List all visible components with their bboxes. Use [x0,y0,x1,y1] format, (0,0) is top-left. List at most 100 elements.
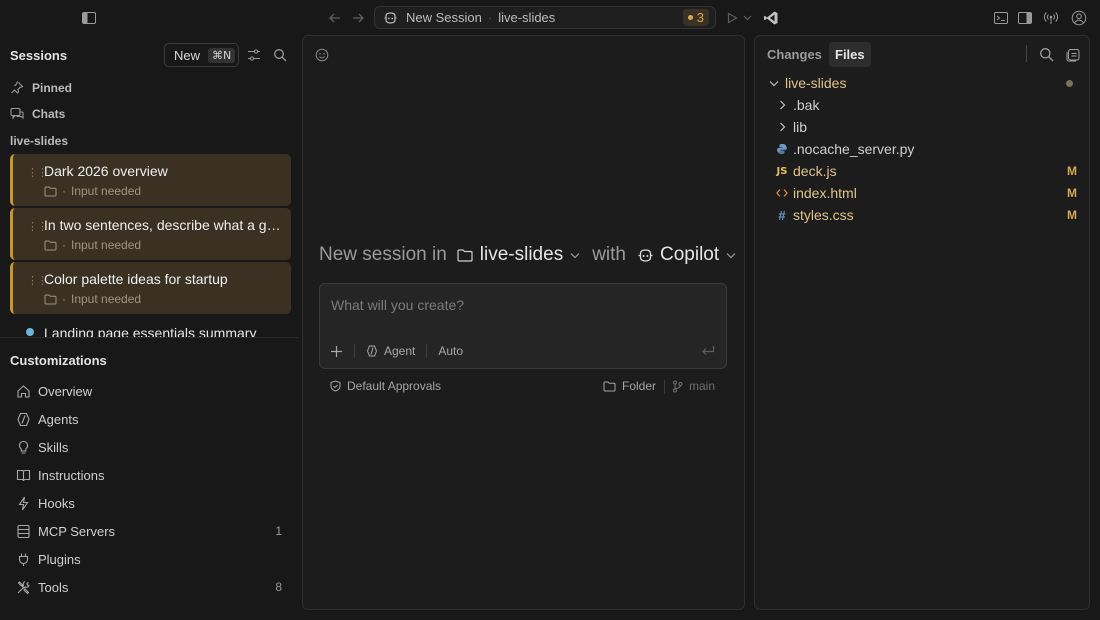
status-separator: · [62,238,66,252]
customization-mcp-servers[interactable]: MCP Servers 1 [16,520,282,542]
branch-name: main [689,379,716,393]
customization-tools[interactable]: Tools 8 [16,576,282,598]
tree-folder-lib[interactable]: lib [775,117,1077,137]
tree-file-css[interactable]: # styles.css M [775,205,1077,225]
nav-pinned[interactable]: Pinned [10,81,72,95]
add-icon[interactable] [330,345,343,358]
toolbar-divider [354,344,355,358]
toolbar-divider [426,344,428,358]
prompt-input-placeholder[interactable]: What will you create? [331,297,464,313]
status-badge[interactable]: 3 [682,9,709,26]
tab-files[interactable]: Files [829,42,871,67]
folder-button[interactable]: Folder [603,379,656,393]
tree-file-python[interactable]: .nocache_server.py [775,139,1077,159]
model-picker[interactable]: Copilot [637,244,736,266]
customization-hooks[interactable]: Hooks [16,492,282,514]
toggle-panel-icon[interactable] [1016,9,1034,27]
tree-root-folder[interactable]: live-slides [767,73,1077,93]
modified-status: M [1067,186,1077,200]
broadcast-icon[interactable] [1042,9,1060,27]
session-title: Color palette ideas for startup [44,271,228,287]
tab-label: Changes [767,47,822,62]
sidebar-divider [0,337,298,338]
auto-picker[interactable]: Auto [438,344,463,358]
with-text: with [592,244,626,265]
terminal-icon[interactable] [992,9,1010,27]
folder-icon [44,240,57,251]
agent-icon [366,345,378,357]
toggle-sidebar-icon[interactable] [80,9,98,27]
back-arrow-icon[interactable] [326,9,344,27]
tab-changes[interactable]: Changes [761,42,828,67]
folder-picker[interactable]: live-slides [457,244,580,266]
session-card[interactable]: ⋮⋮ Color palette ideas for startup · Inp… [10,262,291,314]
prompt-toolbar: Agent Auto [330,342,463,360]
title-bar: New Session · live-slides 3 [0,0,1100,36]
account-icon[interactable] [1070,9,1088,27]
modified-dot-icon [1066,80,1073,87]
session-title: In two sentences, describe what a go... [44,217,284,233]
folder-icon [603,381,616,392]
session-title: Landing page essentials summary [44,325,257,337]
session-card[interactable]: ⋮⋮ In two sentences, describe what a go.… [10,208,291,260]
customization-plugins[interactable]: Plugins [16,548,282,570]
collapse-panel-icon[interactable] [1064,45,1082,63]
customization-agents[interactable]: Agents [16,408,282,430]
copilot-icon [637,248,654,263]
lightning-icon [16,496,38,511]
customization-label: Agents [38,411,79,427]
tree-item-name: deck.js [793,163,837,179]
tab-divider [1026,45,1027,62]
nav-chats[interactable]: Chats [10,107,65,121]
session-status: · Input needed [44,238,141,252]
customization-label: Hooks [38,495,75,511]
branch-picker[interactable]: main [672,379,715,393]
files-panel: Changes Files live-slides .bak lib .noca… [754,35,1090,610]
chevron-right-icon [775,100,789,110]
tree-file-html[interactable]: index.html M [775,183,1077,203]
new-session-button[interactable]: New ⌘N [164,43,239,67]
tree-item-name: index.html [793,185,857,201]
tab-label: Files [835,47,865,62]
forward-arrow-icon[interactable] [349,9,367,27]
mode-picker[interactable]: Agent [366,344,415,358]
customization-label: Overview [38,383,93,399]
modified-status: M [1067,208,1077,222]
run-icon[interactable] [725,9,739,27]
mode-label: Agent [384,344,416,358]
status-text: Input needed [71,292,142,306]
customization-skills[interactable]: Skills [16,436,282,458]
run-dropdown-chevron-icon[interactable] [741,9,753,27]
customization-overview[interactable]: Overview [16,380,282,402]
search-icon[interactable] [272,47,288,63]
tree-file-js[interactable]: JS deck.js M [775,161,1077,181]
folder-icon [44,186,57,197]
customization-instructions[interactable]: Instructions [16,464,282,486]
search-icon[interactable] [1037,45,1055,63]
session-title: New Session [406,10,482,25]
session-item-partial[interactable]: Landing page essentials summary [10,323,298,337]
css-file-icon: # [778,207,786,223]
prompt-box[interactable]: What will you create? Agent Auto [319,283,727,369]
vscode-icon[interactable] [762,9,780,27]
emoji-icon[interactable] [314,47,330,63]
pin-icon [10,81,24,95]
session-card[interactable]: ⋮⋮ Dark 2026 overview · Input needed [10,154,291,206]
new-button-label: New [174,47,201,63]
command-center[interactable]: New Session · live-slides 3 [374,6,716,29]
model-name: Copilot [660,244,720,265]
send-enter-icon[interactable] [700,343,716,359]
filter-icon[interactable] [246,47,262,63]
session-status: · Input needed [44,292,141,306]
home-icon [16,384,38,399]
customization-label: Skills [38,439,69,455]
customization-label: MCP Servers [38,523,116,539]
footer-divider [664,380,665,394]
server-icon [16,524,38,539]
customization-label: Tools [38,579,69,595]
status-text: Input needed [71,184,142,198]
tree-item-name: styles.css [793,207,854,223]
tree-item-name: .bak [793,97,820,113]
approvals-picker[interactable]: Default Approvals [330,379,441,393]
tree-folder-bak[interactable]: .bak [775,95,1077,115]
